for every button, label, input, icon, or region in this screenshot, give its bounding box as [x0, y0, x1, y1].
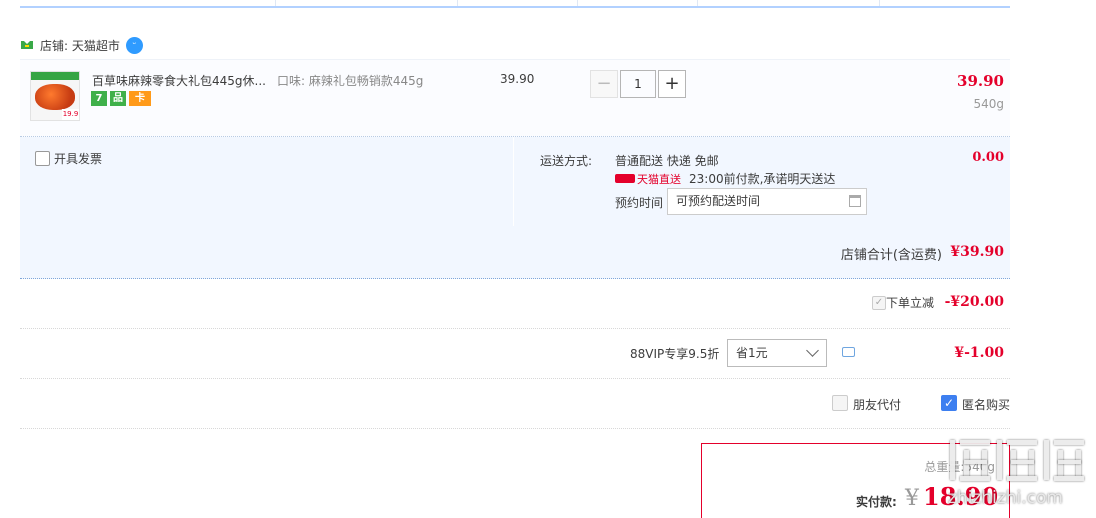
product-thumbnail[interactable]: 19.9 — [30, 71, 80, 121]
vip-discount-row: 88VIP专享9.5折 省1元 ¥-1.00 — [20, 329, 1010, 379]
credit-card-icon: 卡 — [129, 91, 151, 106]
actual-payment-label: 实付款: — [856, 495, 897, 509]
header-col-divider — [698, 0, 880, 6]
header-col-divider — [458, 0, 578, 6]
shop-total-row: 店铺合计(含运费) ¥39.90 — [20, 226, 1010, 279]
info-message-icon[interactable] — [842, 347, 855, 357]
product-sku: 口味: 麻辣礼包畅销款445g — [277, 74, 424, 88]
delivery-truck-icon — [615, 174, 635, 183]
unit-price: 39.90 — [500, 72, 535, 86]
product-title[interactable]: 百草味麻辣零食大礼包445g休... — [92, 72, 272, 89]
shop-header: 店铺: 天猫超市 ᵕ — [20, 34, 143, 56]
seven-day-return-icon: 7 — [91, 91, 107, 106]
currency-symbol: ¥ — [905, 486, 919, 511]
line-total: 39.90 — [957, 72, 1004, 90]
delivery-section: 开具发票 运送方式: 普通配送 快递 免邮 天猫直送 23:00前付款,承诺明天… — [20, 137, 1010, 226]
order-summary-box: 总重量:540g 实付款: ¥ 18.90 — [701, 443, 1010, 518]
vip-discount-select[interactable]: 省1元 — [727, 339, 827, 367]
tmall-shop-icon — [21, 41, 33, 49]
appointment-time-select[interactable]: 可预约配送时间 — [667, 188, 867, 215]
chevron-down-icon — [806, 344, 819, 357]
header-col-divider — [578, 0, 698, 6]
increase-quantity-button[interactable]: + — [658, 70, 686, 98]
thumb-price-tag: 19.9 — [62, 109, 79, 120]
calendar-icon — [849, 195, 861, 207]
delivery-promise: 23:00前付款,承诺明天送达 — [689, 172, 836, 186]
decrease-quantity-button[interactable]: − — [590, 70, 618, 98]
total-weight: 总重量:540g — [924, 460, 995, 474]
shipping-fee: 0.00 — [972, 150, 1004, 165]
anonymous-purchase-label[interactable]: 匿名购买 — [962, 396, 1010, 413]
instant-discount-value: -¥20.00 — [944, 294, 1004, 310]
vip-discount-value: ¥-1.00 — [954, 345, 1004, 361]
tmall-direct-row: 天猫直送 23:00前付款,承诺明天送达 — [615, 170, 835, 187]
header-col-divider — [20, 0, 276, 6]
table-header-line — [20, 0, 1010, 8]
friend-pay-checkbox[interactable] — [832, 395, 848, 411]
shop-total-value: ¥39.90 — [950, 244, 1004, 260]
vip-discount-label: 88VIP专享9.5折 — [630, 347, 720, 361]
actual-payment-value: ¥ 18.90 — [905, 482, 998, 511]
shipping-method-value: 普通配送 快递 免邮 — [615, 154, 719, 168]
order-item-row: 19.9 百草味麻辣零食大礼包445g休... 7 品 卡 口味: 麻辣礼包畅销… — [20, 59, 1010, 137]
item-weight: 540g — [973, 97, 1004, 111]
header-col-divider — [276, 0, 458, 6]
quantity-stepper: − 1 + — [590, 70, 686, 98]
instant-discount-label: 下单立减 — [885, 296, 934, 310]
wangwang-chat-icon[interactable]: ᵕ — [125, 36, 143, 54]
invoice-checkbox[interactable] — [35, 151, 50, 166]
friend-pay-label[interactable]: 朋友代付 — [853, 396, 901, 413]
shop-name[interactable]: 店铺: 天猫超市 — [40, 37, 120, 54]
appointment-label: 预约时间 — [615, 196, 664, 210]
instant-discount-row: ✓ 下单立减 -¥20.00 — [20, 279, 1010, 329]
invoice-option[interactable]: 开具发票 — [35, 150, 102, 167]
payment-options-row: 朋友代付 ✓ 匿名购买 — [20, 379, 1010, 429]
shipping-method-label: 运送方式: — [540, 154, 593, 168]
quality-guarantee-icon: 品 — [110, 91, 126, 106]
invoice-label: 开具发票 — [54, 152, 103, 166]
shop-total-label: 店铺合计(含运费) — [840, 248, 942, 263]
product-badges: 7 品 卡 — [91, 91, 151, 106]
instant-discount-checkbox[interactable]: ✓ — [872, 296, 886, 310]
payment-amount: 18.90 — [923, 482, 999, 511]
quantity-input[interactable]: 1 — [620, 70, 656, 98]
tmall-direct-logo: 天猫直送 — [615, 171, 681, 187]
anonymous-purchase-checkbox[interactable]: ✓ — [941, 395, 957, 411]
